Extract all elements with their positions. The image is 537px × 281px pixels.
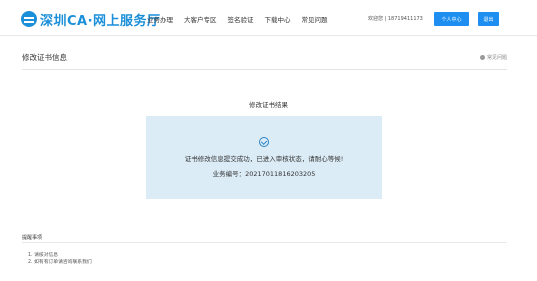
help-icon [479, 55, 485, 60]
nav-item-business[interactable]: 业务办理 [147, 14, 173, 24]
nav-item-downloads[interactable]: 下载中心 [265, 14, 291, 24]
divider [22, 69, 507, 70]
notes-list: 1. 请核对信息 2. 如有有订单请咨询联系我们 [28, 253, 92, 266]
main-nav: 业务办理 大客户专区 签名验证 下载中心 常见问题 [147, 14, 339, 24]
help-link-label: 常见问题 [486, 55, 507, 61]
result-message: 证书修改信息提交成功，已进入审核状态，请耐心等候! [184, 155, 344, 163]
site-logo[interactable]: 深圳CA·网上服务厅 [21, 10, 161, 29]
nav-item-signature-verify[interactable]: 签名验证 [228, 14, 254, 24]
logo-text: 深圳CA·网上服务厅 [40, 13, 161, 29]
welcome-user-text: 欢迎您 | 18719411173 [368, 16, 423, 22]
nav-item-faq[interactable]: 常见问题 [302, 14, 328, 24]
logout-button[interactable]: 退出 [478, 12, 499, 26]
logo-icon [21, 11, 37, 27]
user-center-button[interactable]: 个人中心 [434, 12, 469, 26]
top-header: 深圳CA·网上服务厅 业务办理 大客户专区 签名验证 下载中心 常见问题 欢迎您… [0, 0, 537, 36]
nav-item-enterprise[interactable]: 大客户专区 [184, 14, 217, 24]
divider [22, 242, 507, 243]
list-item: 2. 如有有订单请咨询联系我们 [28, 259, 92, 265]
business-number: 业务编号：20217011816203205 [212, 170, 316, 178]
notes-title: 提醒事项 [22, 235, 43, 241]
result-panel: 证书修改信息提交成功，已进入审核状态，请耐心等候! 业务编号：202170118… [146, 116, 382, 199]
help-link[interactable]: 常见问题 [479, 54, 507, 61]
page-title: 修改证书信息 [22, 53, 67, 62]
result-title: 修改证书结果 [249, 101, 288, 109]
check-circle-icon [259, 137, 269, 147]
